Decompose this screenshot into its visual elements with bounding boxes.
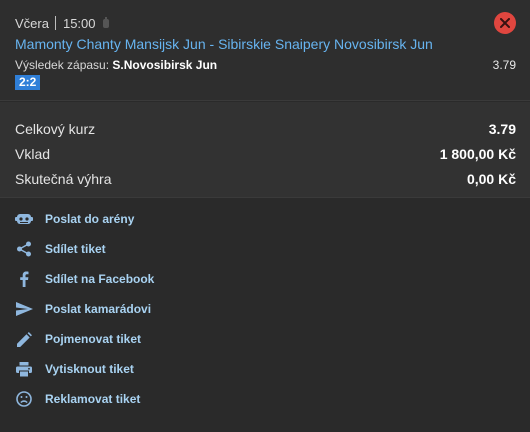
action-label: Poslat kamarádovi xyxy=(45,302,152,316)
bet-odd: 3.79 xyxy=(492,58,516,72)
send-icon xyxy=(15,300,33,318)
rename-ticket-button[interactable]: Pojmenovat tiket xyxy=(15,328,141,350)
action-label: Pojmenovat tiket xyxy=(45,332,142,346)
send-to-friend-button[interactable]: Poslat kamarádovi xyxy=(15,298,151,320)
ticket-actions: Poslat do arény Sdílet tiket Sdílet na F… xyxy=(0,199,530,432)
bet-day: Včera xyxy=(15,15,49,31)
share-ticket-button[interactable]: Sdílet tiket xyxy=(15,238,106,260)
summary-row-total-odd: Celkový kurz 3.79 xyxy=(15,119,516,139)
print-icon xyxy=(15,360,33,378)
summary-value: 3.79 xyxy=(488,121,516,137)
summary-value: 1 800,00 Kč xyxy=(439,146,516,162)
summary-row-stake: Vklad 1 800,00 Kč xyxy=(15,144,516,164)
action-label: Reklamovat tiket xyxy=(45,392,141,406)
share-icon xyxy=(15,240,33,258)
score-badge: 2:2 xyxy=(15,75,41,90)
action-label: Sdílet tiket xyxy=(45,242,106,256)
summary-value: 0,00 Kč xyxy=(466,171,516,187)
match-link[interactable]: Mamonty Chanty Mansijsk Jun - Sibirskie … xyxy=(15,36,433,52)
bet-datetime: Včera 15:00 xyxy=(15,15,110,31)
action-label: Poslat do arény xyxy=(45,212,135,226)
action-label: Vytisknout tiket xyxy=(45,362,134,376)
selection-value: S.Novosibirsk Jun xyxy=(112,58,218,72)
action-label: Sdílet na Facebook xyxy=(45,272,155,286)
summary-label: Celkový kurz xyxy=(15,121,96,137)
bet-item: Včera 15:00 Mamonty Chanty Mansijsk Jun … xyxy=(0,0,530,101)
divider xyxy=(54,16,56,30)
print-ticket-button[interactable]: Vytisknout tiket xyxy=(15,358,134,380)
summary-row-payout: Skutečná výhra 0,00 Kč xyxy=(15,169,516,189)
close-icon xyxy=(500,18,510,28)
remove-bet-button[interactable] xyxy=(494,12,516,34)
facebook-icon xyxy=(15,270,33,288)
bet-selection: Výsledek zápasu: S.Novosibirsk Jun xyxy=(15,58,217,72)
bet-time: 15:00 xyxy=(62,15,96,31)
selection-label: Výsledek zápasu: xyxy=(15,58,110,72)
sad-face-icon xyxy=(15,390,33,408)
complain-ticket-button[interactable]: Reklamovat tiket xyxy=(15,388,140,410)
summary-label: Vklad xyxy=(15,146,51,162)
stopwatch-icon xyxy=(102,17,110,29)
pencil-icon xyxy=(15,330,33,348)
arena-icon xyxy=(15,210,33,228)
ticket-summary: Celkový kurz 3.79 Vklad 1 800,00 Kč Skut… xyxy=(0,102,530,198)
share-facebook-button[interactable]: Sdílet na Facebook xyxy=(15,268,154,290)
summary-label: Skutečná výhra xyxy=(15,171,112,187)
send-to-arena-button[interactable]: Poslat do arény xyxy=(15,208,134,230)
